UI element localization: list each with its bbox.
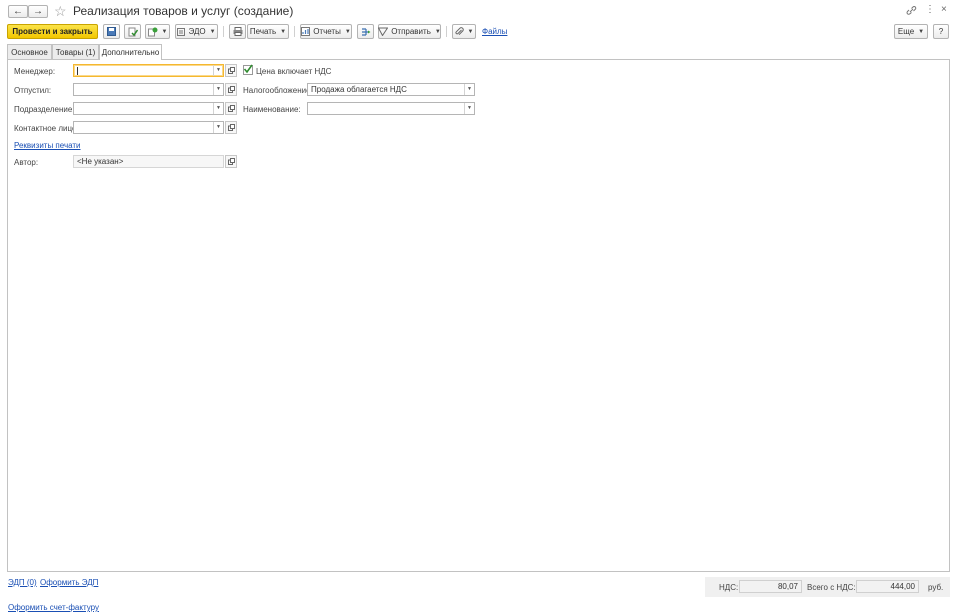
post-button[interactable] bbox=[124, 24, 141, 39]
department-field[interactable]: ▼ bbox=[73, 102, 224, 115]
manager-open-button[interactable] bbox=[225, 64, 237, 77]
vat-label: НДС: bbox=[719, 583, 739, 592]
open-link-icon bbox=[227, 86, 235, 93]
page-title: Реализация товаров и услуг (создание) bbox=[73, 4, 294, 18]
contact-open-button[interactable] bbox=[225, 121, 237, 134]
post-document-icon bbox=[128, 27, 138, 36]
toolbar-separator bbox=[294, 26, 295, 37]
manager-label: Менеджер: bbox=[14, 67, 56, 76]
arrow-right-icon: → bbox=[33, 6, 43, 17]
contact-label: Контактное лицо: bbox=[14, 124, 79, 133]
caret-down-icon: ▼ bbox=[280, 28, 287, 35]
more-vertical-icon[interactable]: ⋮ bbox=[925, 4, 935, 15]
vat-included-label[interactable]: Цена включает НДС bbox=[256, 67, 331, 76]
caret-down-icon: ▼ bbox=[161, 28, 168, 35]
dropdown-arrow-icon[interactable]: ▼ bbox=[464, 103, 474, 114]
reports-icon bbox=[301, 27, 311, 36]
caret-down-icon: ▼ bbox=[467, 28, 474, 35]
text-cursor bbox=[77, 66, 78, 75]
currency-label: руб. bbox=[928, 583, 944, 592]
caret-down-icon: ▼ bbox=[434, 28, 441, 35]
vat-value: 80,07 bbox=[739, 580, 802, 593]
print-button[interactable]: Печать ▼ bbox=[247, 24, 289, 39]
open-link-icon bbox=[227, 105, 235, 112]
document-structure-icon bbox=[361, 27, 370, 36]
dropdown-arrow-icon[interactable]: ▼ bbox=[213, 122, 223, 133]
send-button[interactable]: Отправить ▼ bbox=[378, 24, 441, 39]
checkmark-icon bbox=[243, 64, 253, 74]
make-invoice-link[interactable]: Оформить счет-фактуру bbox=[8, 603, 99, 612]
forward-button[interactable]: → bbox=[28, 5, 48, 18]
caret-down-icon: ▼ bbox=[209, 28, 216, 35]
dropdown-arrow-icon[interactable]: ▼ bbox=[464, 84, 474, 95]
post-and-close-button[interactable]: Провести и закрыть bbox=[7, 24, 98, 39]
help-button[interactable]: ? bbox=[933, 24, 949, 39]
total-label: Всего с НДС: bbox=[807, 583, 856, 592]
structure-button[interactable] bbox=[357, 24, 374, 39]
save-icon bbox=[107, 27, 116, 36]
save-button[interactable] bbox=[103, 24, 120, 39]
create-based-on-button[interactable]: ▼ bbox=[145, 24, 170, 39]
link-icon[interactable] bbox=[906, 5, 917, 16]
attach-button[interactable]: ▼ bbox=[452, 24, 476, 39]
name-field[interactable]: ▼ bbox=[307, 102, 475, 115]
files-link[interactable]: Файлы bbox=[482, 27, 507, 36]
arrow-left-icon: ← bbox=[13, 6, 23, 17]
taxation-label: Налогообложение: bbox=[243, 86, 313, 95]
department-label: Подразделение: bbox=[14, 105, 75, 114]
form-panel bbox=[7, 59, 950, 572]
released-label: Отпустил: bbox=[14, 86, 52, 95]
paperclip-icon bbox=[454, 27, 464, 36]
name-label: Наименование: bbox=[243, 105, 301, 114]
back-button[interactable]: ← bbox=[8, 5, 28, 18]
dropdown-arrow-icon[interactable]: ▼ bbox=[213, 84, 223, 95]
printer-icon bbox=[233, 27, 242, 36]
caret-down-icon: ▼ bbox=[344, 28, 351, 35]
send-icon bbox=[378, 27, 389, 36]
edo-button[interactable]: ЭДО ▼ bbox=[175, 24, 218, 39]
dropdown-arrow-icon[interactable]: ▼ bbox=[213, 65, 223, 76]
reports-button[interactable]: Отчеты ▼ bbox=[300, 24, 352, 39]
edo-icon bbox=[177, 27, 186, 36]
toolbar-separator bbox=[446, 26, 447, 37]
total-value: 444,00 bbox=[856, 580, 919, 593]
released-field[interactable]: ▼ bbox=[73, 83, 224, 96]
department-open-button[interactable] bbox=[225, 102, 237, 115]
toolbar-separator bbox=[223, 26, 224, 37]
author-label: Автор: bbox=[14, 158, 39, 167]
edo-count-link[interactable]: ЭДП (0) bbox=[8, 578, 37, 587]
open-link-icon bbox=[227, 158, 235, 165]
more-button[interactable]: Еще ▼ bbox=[894, 24, 928, 39]
tab-goods[interactable]: Товары (1) bbox=[52, 44, 99, 59]
manager-field[interactable]: ▼ bbox=[73, 64, 224, 77]
caret-down-icon: ▼ bbox=[918, 28, 925, 35]
open-link-icon bbox=[227, 124, 235, 131]
star-outline-icon[interactable]: ☆ bbox=[54, 3, 67, 20]
author-field: <Не указан> bbox=[73, 155, 224, 168]
author-open-button[interactable] bbox=[225, 155, 237, 168]
make-edo-link[interactable]: Оформить ЭДП bbox=[40, 578, 98, 587]
taxation-select[interactable]: Продажа облагается НДС ▼ bbox=[307, 83, 475, 96]
tab-main[interactable]: Основное bbox=[7, 44, 52, 59]
contact-field[interactable]: ▼ bbox=[73, 121, 224, 134]
create-based-on-icon bbox=[147, 27, 158, 36]
released-open-button[interactable] bbox=[225, 83, 237, 96]
tab-additional[interactable]: Дополнительно bbox=[99, 44, 162, 60]
dropdown-arrow-icon[interactable]: ▼ bbox=[213, 103, 223, 114]
open-link-icon bbox=[227, 67, 235, 74]
print-details-link[interactable]: Реквизиты печати bbox=[14, 141, 81, 150]
print-icon-button[interactable] bbox=[229, 24, 246, 39]
vat-included-checkbox[interactable] bbox=[243, 64, 253, 75]
close-icon[interactable]: × bbox=[941, 4, 947, 15]
